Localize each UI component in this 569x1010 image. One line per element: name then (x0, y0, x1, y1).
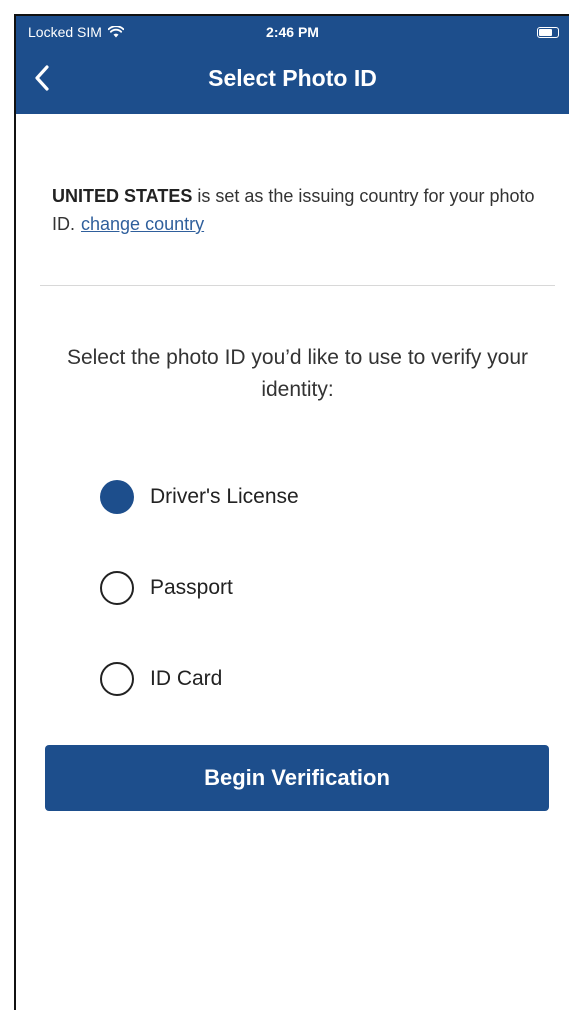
section-divider (40, 285, 555, 286)
option-label: ID Card (150, 667, 223, 690)
status-time: 2:46 PM (266, 24, 319, 40)
radio-unselected-icon[interactable] (100, 662, 134, 696)
issuing-country: UNITED STATES (52, 186, 193, 206)
issuing-country-notice: UNITED STATES is set as the issuing coun… (52, 182, 552, 238)
radio-unselected-icon[interactable] (100, 571, 134, 605)
change-country-link[interactable]: change country (81, 214, 204, 234)
page-title: Select Photo ID (208, 65, 377, 91)
header-bar: Locked SIM 2:46 PM Select Photo ID (16, 16, 569, 114)
battery-icon (537, 27, 559, 38)
selection-prompt: Select the photo ID you’d like to use to… (66, 346, 529, 401)
app-screen: Locked SIM 2:46 PM Select Photo ID UNITE… (14, 14, 569, 1010)
begin-verification-button[interactable]: Begin Verification (45, 745, 549, 811)
radio-selected-icon[interactable] (100, 480, 134, 514)
option-id-card[interactable]: ID Card (100, 659, 222, 699)
status-bar: Locked SIM 2:46 PM (16, 16, 569, 52)
option-passport[interactable]: Passport (100, 568, 233, 608)
option-drivers-license[interactable]: Driver's License (100, 477, 299, 517)
option-label: Passport (150, 576, 233, 599)
option-label: Driver's License (150, 485, 299, 508)
